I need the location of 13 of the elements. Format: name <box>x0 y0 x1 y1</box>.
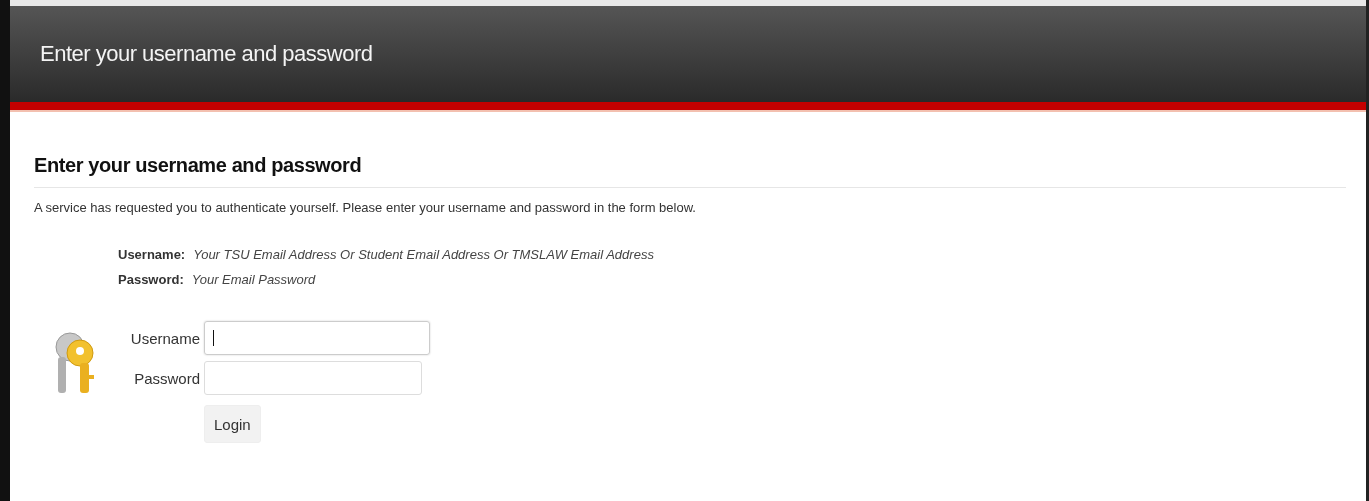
hint-text: Your Email Password <box>191 272 316 287</box>
hint-label: Password: <box>118 272 184 287</box>
page-title: Enter your username and password <box>40 41 373 67</box>
intro-text: A service has requested you to authenticate yourself. Please enter your username and password in the form below. <box>34 200 697 215</box>
section-heading: Enter your username and password <box>34 154 363 177</box>
text-cursor <box>213 330 214 346</box>
hint-label: Username: <box>118 247 186 262</box>
input-field[interactable] <box>204 321 430 355</box>
field-label: Username <box>129 329 200 347</box>
hint-text: Your TSU Email Address Or Student Email Address Or TMSLAW Email Address <box>193 247 654 262</box>
login-button[interactable]: Login <box>204 405 261 443</box>
field-label: Password <box>133 369 200 387</box>
input-field[interactable] <box>204 361 422 395</box>
